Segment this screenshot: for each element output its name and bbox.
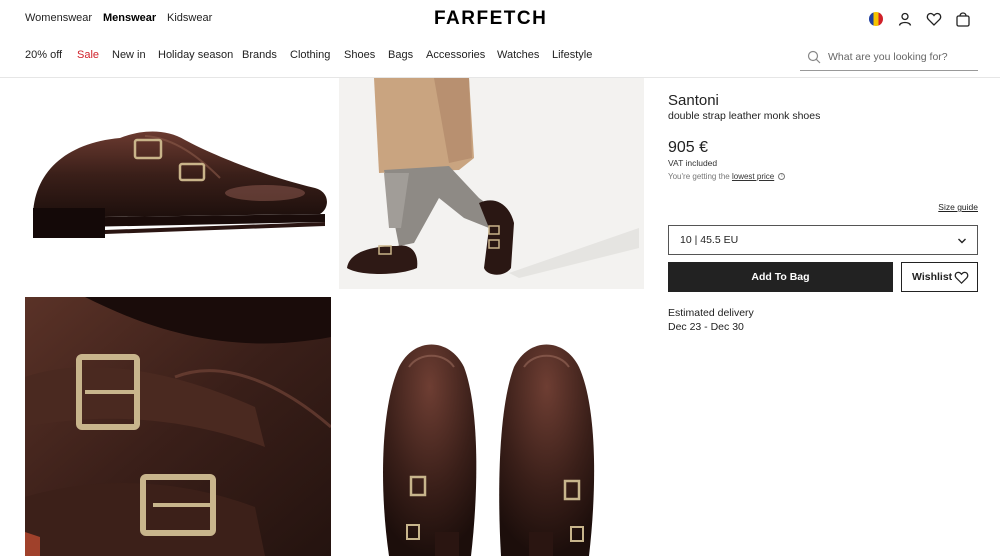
chevron-down-icon (958, 238, 966, 244)
shoe-side-view-drawing (33, 131, 327, 238)
shoe-side-view-image[interactable] (25, 78, 335, 288)
farfetch-logo[interactable]: FARFETCH (434, 8, 547, 30)
heart-icon (954, 271, 969, 284)
buckle-closeup-drawing (25, 297, 331, 556)
lowest-price-link[interactable]: lowest price (732, 172, 774, 181)
shoes-top-view-drawing (383, 344, 595, 556)
wishlist-button[interactable]: Wishlist (901, 262, 978, 292)
country-flag-icon[interactable] (868, 11, 884, 27)
nav-item-20-off[interactable]: 20% off (25, 49, 62, 61)
wishlist-label: Wishlist (912, 271, 953, 283)
product-price: 905 € (668, 139, 709, 156)
shopping-bag-icon[interactable] (955, 11, 971, 27)
buckle-closeup-image[interactable] (25, 297, 331, 556)
gender-kidswear-link[interactable]: Kidswear (167, 12, 212, 24)
nav-item-new-in[interactable]: New in (112, 49, 146, 61)
account-icon[interactable] (897, 11, 913, 27)
top-bar: Womenswear Menswear Kidswear FARFETCH (0, 0, 1000, 40)
model-wearing-shoes-drawing (339, 78, 644, 289)
main-navigation: 20% off Sale New in Holiday season Brand… (0, 40, 1000, 78)
nav-item-bags[interactable]: Bags (388, 49, 413, 61)
nav-item-lifestyle[interactable]: Lifestyle (552, 49, 592, 61)
nav-item-holiday-season[interactable]: Holiday season (158, 49, 233, 61)
lowest-price-note: You're getting the lowest price i (668, 172, 786, 181)
nav-item-watches[interactable]: Watches (497, 49, 539, 61)
product-name: double strap leather monk shoes (668, 110, 821, 122)
nav-item-brands[interactable]: Brands (242, 49, 277, 61)
search-bar[interactable] (800, 45, 978, 71)
add-to-bag-button[interactable]: Add To Bag (668, 262, 893, 292)
estimated-delivery-label: Estimated delivery (668, 307, 754, 319)
gender-womenswear-link[interactable]: Womenswear (25, 12, 92, 24)
lowest-price-prefix: You're getting the (668, 172, 730, 181)
nav-item-shoes[interactable]: Shoes (344, 49, 375, 61)
model-wearing-shoes-image[interactable] (339, 78, 644, 289)
selected-size: 10 | 45.5 EU (680, 234, 739, 246)
gender-menswear-link[interactable]: Menswear (103, 12, 156, 24)
search-icon (807, 50, 821, 64)
size-select[interactable]: 10 | 45.5 EU (668, 225, 978, 255)
nav-item-accessories[interactable]: Accessories (426, 49, 485, 61)
vat-note: VAT included (668, 158, 718, 168)
nav-item-clothing[interactable]: Clothing (290, 49, 330, 61)
shoes-top-view-image[interactable] (339, 297, 644, 556)
product-brand[interactable]: Santoni (668, 92, 719, 109)
wishlist-heart-icon[interactable] (926, 11, 942, 27)
delivery-dates: Dec 23 - Dec 30 (668, 321, 744, 333)
size-guide-link[interactable]: Size guide (938, 202, 978, 212)
search-input[interactable] (828, 47, 976, 67)
nav-item-sale[interactable]: Sale (77, 49, 99, 61)
info-icon[interactable]: i (778, 173, 786, 181)
